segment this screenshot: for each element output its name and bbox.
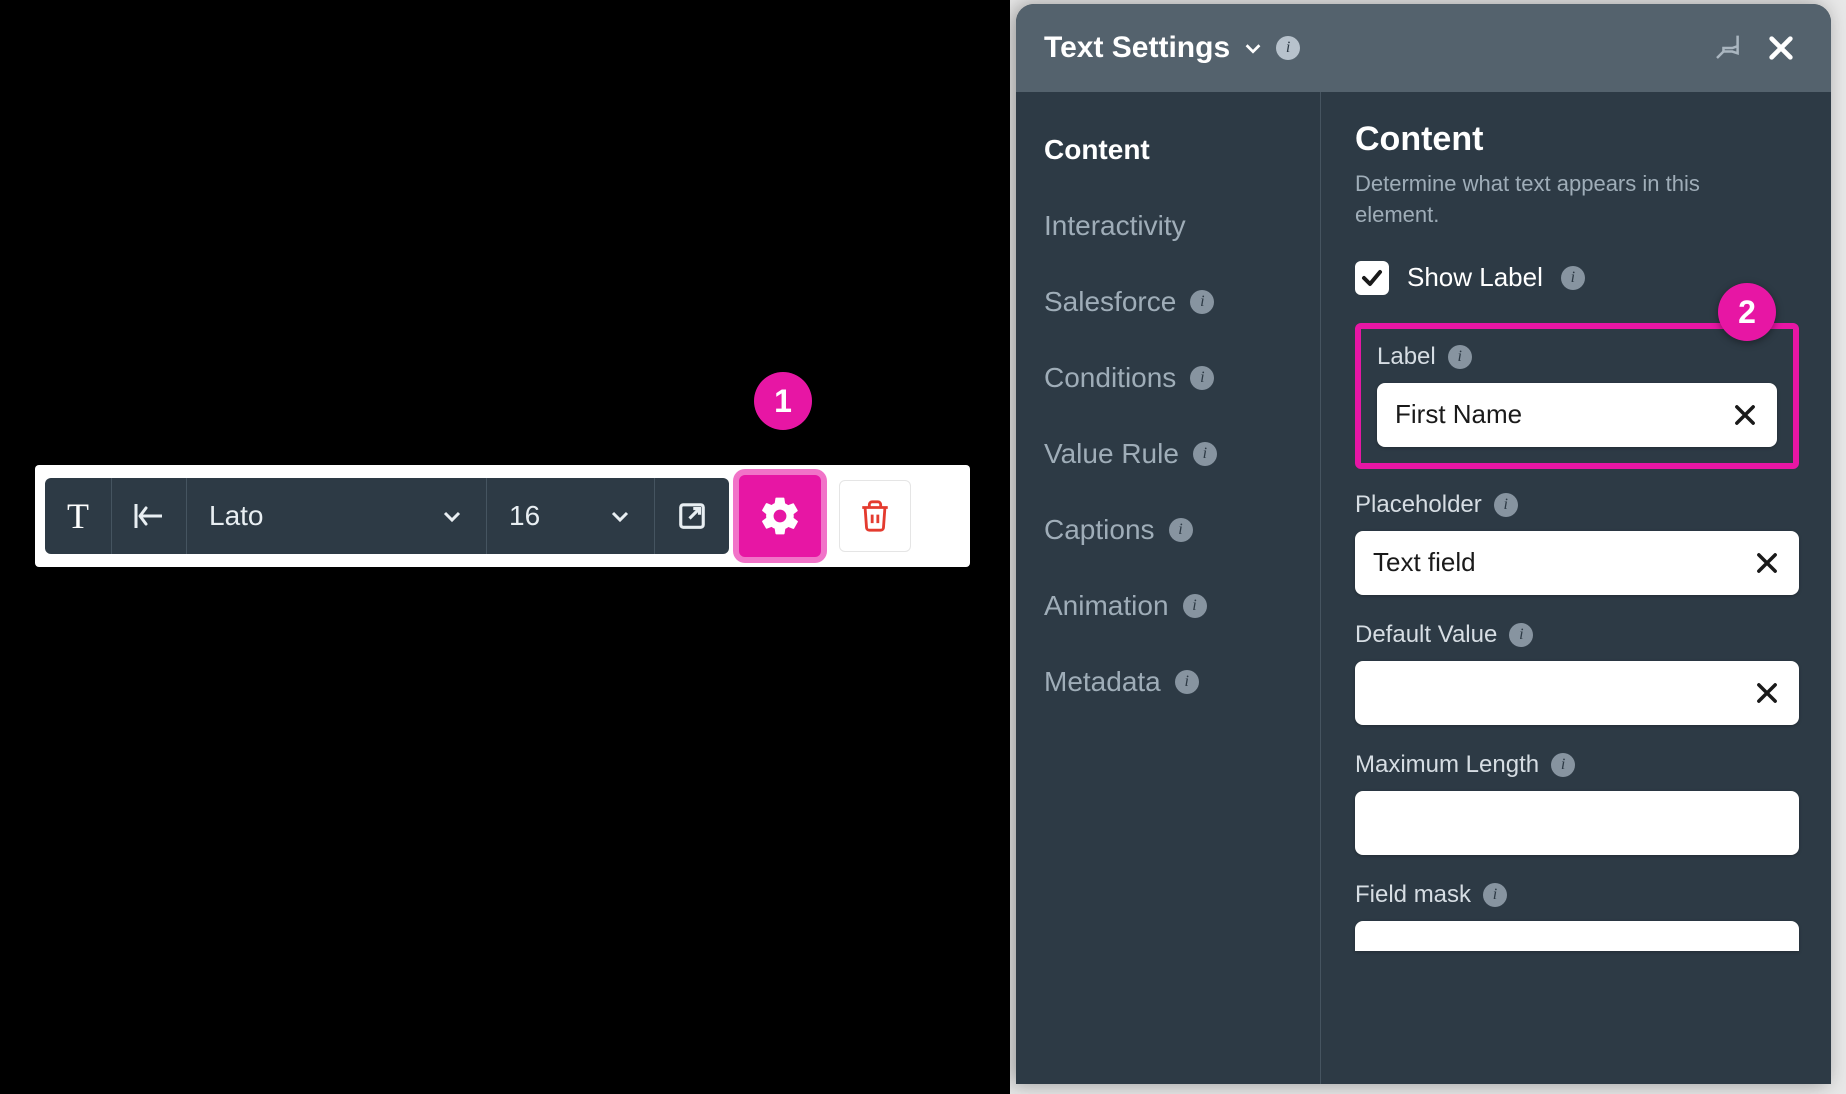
label-input[interactable]	[1395, 399, 1731, 430]
nav-item-captions[interactable]: Captions i	[1044, 492, 1292, 568]
field-title-mask: Field mask	[1355, 881, 1471, 909]
editor-canvas: T Lato 16	[0, 0, 1010, 1094]
info-icon[interactable]: i	[1551, 753, 1575, 777]
font-family-value: Lato	[209, 500, 264, 532]
placeholder-input[interactable]	[1373, 547, 1753, 578]
info-icon[interactable]: i	[1175, 670, 1199, 694]
field-mask-input-wrap	[1355, 921, 1799, 951]
panel-header: Text Settings i	[1016, 4, 1831, 92]
open-external-button[interactable]	[655, 478, 729, 554]
info-icon[interactable]: i	[1169, 518, 1193, 542]
clear-input-button[interactable]	[1753, 549, 1781, 577]
nav-item-salesforce[interactable]: Salesforce i	[1044, 264, 1292, 340]
nav-item-interactivity[interactable]: Interactivity	[1044, 188, 1292, 264]
trash-icon	[858, 499, 892, 533]
nav-label: Content	[1044, 134, 1150, 166]
panel-title-text: Text Settings	[1044, 31, 1230, 65]
label-input-wrap	[1377, 383, 1777, 447]
settings-gear-button[interactable]	[739, 475, 821, 557]
clear-input-button[interactable]	[1753, 679, 1781, 707]
field-mask-input[interactable]	[1373, 920, 1781, 951]
max-length-input-wrap	[1355, 791, 1799, 855]
chevron-down-icon	[440, 504, 464, 528]
info-icon[interactable]: i	[1509, 623, 1533, 647]
info-icon[interactable]: i	[1494, 493, 1518, 517]
settings-panel: Text Settings i Content Interactivity Sa…	[1016, 4, 1831, 1084]
check-icon	[1360, 266, 1384, 290]
nav-label: Salesforce	[1044, 286, 1176, 318]
field-title-placeholder: Placeholder	[1355, 491, 1482, 519]
nav-label: Interactivity	[1044, 210, 1186, 242]
info-icon[interactable]: i	[1190, 366, 1214, 390]
info-icon[interactable]: i	[1190, 290, 1214, 314]
close-button[interactable]	[1759, 26, 1803, 70]
show-label-checkbox[interactable]	[1355, 261, 1389, 295]
default-value-input[interactable]	[1373, 677, 1753, 708]
chevron-down-icon	[1242, 37, 1264, 59]
annotation-marker-1: 1	[754, 372, 812, 430]
toolbar-inner: T Lato 16	[45, 478, 729, 554]
info-icon[interactable]: i	[1448, 345, 1472, 369]
nav-label: Conditions	[1044, 362, 1176, 394]
label-field-highlight: Labeli	[1355, 323, 1799, 469]
field-title-maxlen: Maximum Length	[1355, 751, 1539, 779]
close-icon	[1765, 32, 1797, 64]
pin-icon	[1712, 33, 1742, 63]
font-size-value: 16	[509, 500, 540, 532]
gear-icon	[758, 494, 802, 538]
info-icon[interactable]: i	[1183, 594, 1207, 618]
nav-item-animation[interactable]: Animation i	[1044, 568, 1292, 644]
nav-label: Value Rule	[1044, 438, 1179, 470]
nav-label: Captions	[1044, 514, 1155, 546]
clear-input-button[interactable]	[1731, 401, 1759, 429]
text-icon: T	[67, 495, 89, 537]
marker-2-label: 2	[1738, 294, 1756, 331]
nav-item-conditions[interactable]: Conditions i	[1044, 340, 1292, 416]
content-settings-area: Content Determine what text appears in t…	[1321, 92, 1831, 1084]
delete-button[interactable]	[839, 480, 911, 552]
nav-item-metadata[interactable]: Metadata i	[1044, 644, 1292, 720]
field-title-label: Label	[1377, 343, 1436, 371]
text-type-button[interactable]: T	[45, 478, 112, 554]
nav-item-content[interactable]: Content	[1044, 112, 1292, 188]
panel-title-dropdown[interactable]: Text Settings	[1044, 31, 1264, 65]
content-heading: Content	[1355, 120, 1799, 159]
info-icon[interactable]: i	[1193, 442, 1217, 466]
popout-icon	[677, 501, 707, 531]
pin-button[interactable]	[1705, 26, 1749, 70]
align-left-button[interactable]	[112, 478, 187, 554]
info-icon[interactable]: i	[1276, 36, 1300, 60]
nav-label: Animation	[1044, 590, 1169, 622]
show-label-text: Show Label	[1407, 262, 1543, 293]
chevron-down-icon	[608, 504, 632, 528]
max-length-input[interactable]	[1373, 807, 1781, 838]
info-icon[interactable]: i	[1561, 266, 1585, 290]
align-left-icon	[132, 501, 166, 531]
settings-side-nav: Content Interactivity Salesforce i Condit…	[1016, 92, 1321, 1084]
annotation-marker-2: 2	[1718, 283, 1776, 341]
nav-label: Metadata	[1044, 666, 1161, 698]
text-element-toolbar: T Lato 16	[35, 465, 970, 567]
nav-item-value-rule[interactable]: Value Rule i	[1044, 416, 1292, 492]
content-description: Determine what text appears in this elem…	[1355, 169, 1765, 231]
placeholder-input-wrap	[1355, 531, 1799, 595]
font-family-select[interactable]: Lato	[187, 478, 487, 554]
field-title-default: Default Value	[1355, 621, 1497, 649]
font-size-select[interactable]: 16	[487, 478, 655, 554]
info-icon[interactable]: i	[1483, 883, 1507, 907]
marker-1-label: 1	[774, 383, 792, 420]
default-value-input-wrap	[1355, 661, 1799, 725]
